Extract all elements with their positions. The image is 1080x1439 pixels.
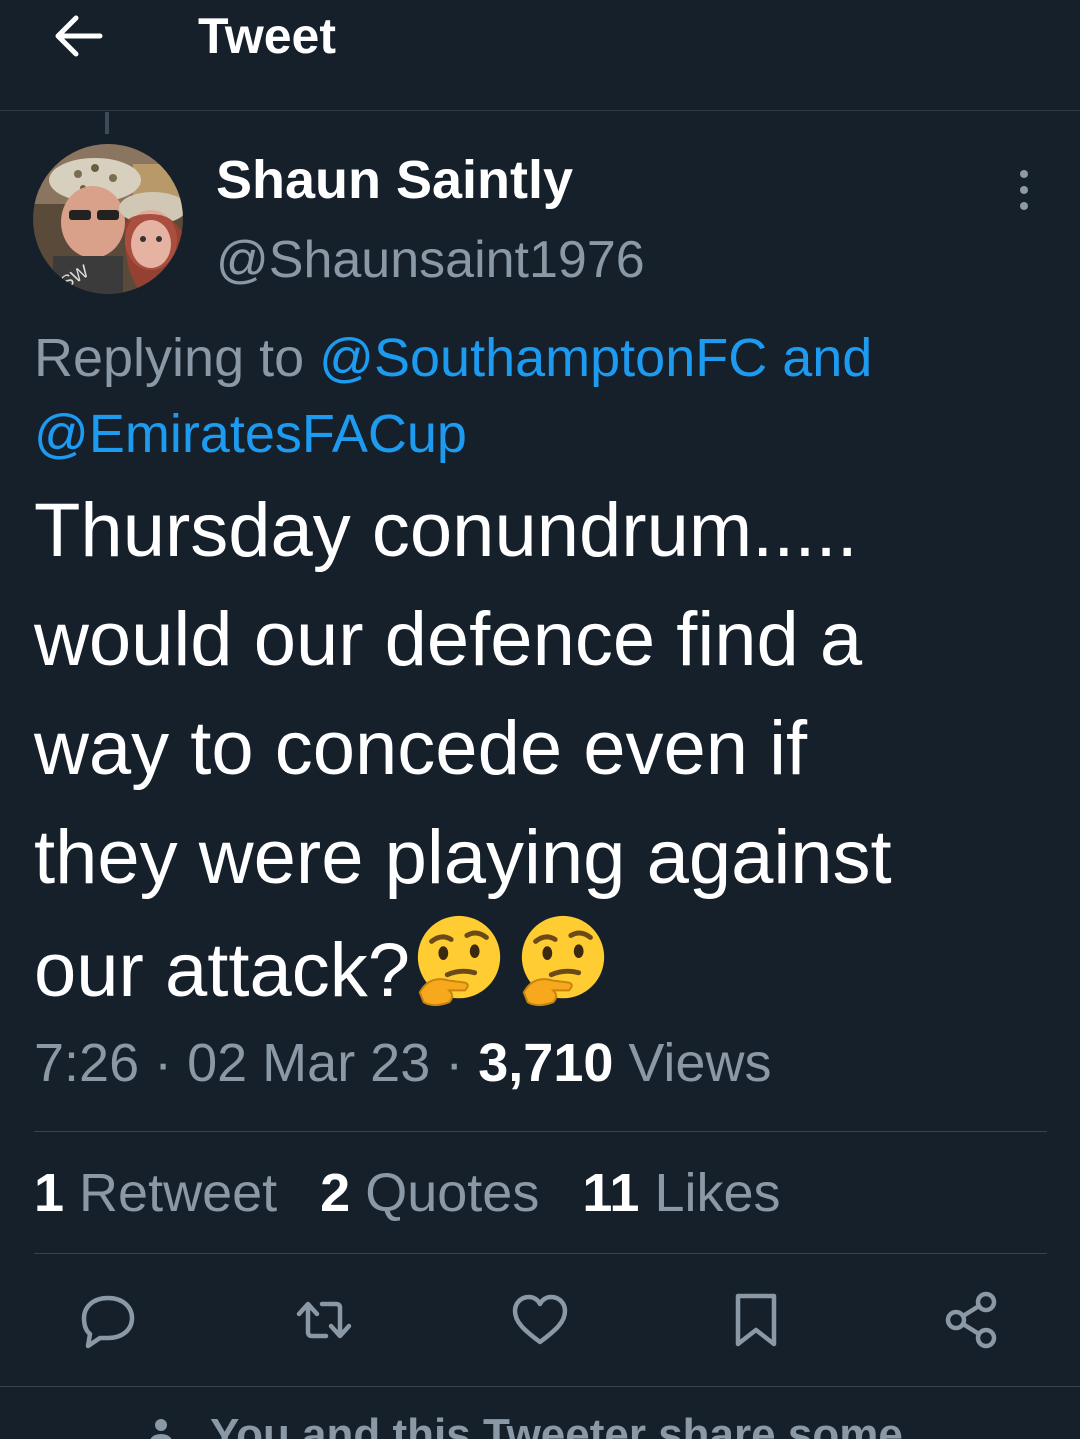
reply-button[interactable] bbox=[78, 1290, 138, 1350]
thread-connector bbox=[105, 112, 109, 134]
quotes-stat[interactable]: 2 Quotes bbox=[320, 1163, 539, 1223]
page-title: Tweet bbox=[198, 8, 336, 64]
notice-text: You and this Tweeter share some bbox=[210, 1410, 903, 1439]
share-icon bbox=[945, 1291, 997, 1349]
divider bbox=[34, 1131, 1047, 1132]
tweet-line: way to concede even if bbox=[34, 706, 808, 791]
top-bar: Tweet bbox=[0, 0, 1080, 111]
reply-icon bbox=[81, 1295, 135, 1349]
tweet-text: Thursday conundrum..... would our defenc… bbox=[34, 476, 1054, 1025]
retweet-icon bbox=[296, 1301, 352, 1339]
thinking-face-icon bbox=[417, 915, 501, 1007]
retweets-stat[interactable]: 1 Retweet bbox=[34, 1163, 277, 1223]
like-button[interactable] bbox=[510, 1290, 570, 1350]
mention-emiratesfacup[interactable]: @EmiratesFACup bbox=[34, 404, 467, 464]
tweet-line: our attack? bbox=[34, 928, 410, 1013]
likes-count: 11 bbox=[582, 1163, 640, 1223]
views-label[interactable]: Views bbox=[613, 1033, 771, 1093]
tweet-meta: 7:26 · 02 Mar 23 · 3,710 Views bbox=[34, 1030, 771, 1096]
author-handle[interactable]: @Shaunsaint1976 bbox=[216, 228, 645, 292]
bookmark-button[interactable] bbox=[726, 1290, 786, 1350]
quotes-count: 2 bbox=[320, 1163, 351, 1223]
tweet-detail-screen: Tweet SW Shaun Saintly @Shaunsaint1976 R… bbox=[0, 0, 1080, 1439]
tweet-line: Thursday conundrum..... bbox=[34, 488, 858, 573]
tweet-time[interactable]: 7:26 bbox=[34, 1033, 139, 1093]
mention-conjunction[interactable]: and bbox=[767, 328, 872, 388]
tweet-line: would our defence find a bbox=[34, 597, 863, 682]
views-count[interactable]: 3,710 bbox=[478, 1033, 613, 1093]
engagement-stats: 1 Retweet 2 Quotes 11 Likes bbox=[34, 1160, 809, 1226]
divider bbox=[34, 1253, 1047, 1254]
bookmark-icon bbox=[735, 1293, 777, 1347]
retweets-label: Retweet bbox=[64, 1163, 278, 1223]
likes-stat[interactable]: 11 Likes bbox=[582, 1163, 780, 1223]
meta-separator: · bbox=[430, 1033, 479, 1093]
thinking-face-icon bbox=[521, 915, 605, 1007]
author-name[interactable]: Shaun Saintly bbox=[216, 148, 573, 212]
more-options-button[interactable] bbox=[1004, 168, 1044, 212]
share-button[interactable] bbox=[942, 1290, 1002, 1350]
quotes-label: Quotes bbox=[350, 1163, 540, 1223]
shared-interests-notice: You and this Tweeter share some bbox=[140, 1410, 903, 1439]
retweets-count: 1 bbox=[34, 1163, 65, 1223]
reply-context: Replying to @SouthamptonFC and @EmiratesF… bbox=[34, 320, 1044, 472]
divider bbox=[0, 1386, 1080, 1387]
avatar[interactable]: SW bbox=[33, 144, 183, 294]
likes-label: Likes bbox=[639, 1163, 781, 1223]
like-icon bbox=[512, 1294, 568, 1345]
mention-southamptonfc[interactable]: @SouthamptonFC bbox=[319, 328, 767, 388]
back-button[interactable] bbox=[50, 12, 104, 60]
tweet-date[interactable]: 02 Mar 23 bbox=[187, 1033, 430, 1093]
retweet-button[interactable] bbox=[294, 1290, 354, 1350]
arrow-left-icon bbox=[55, 15, 103, 57]
meta-separator: · bbox=[139, 1033, 188, 1093]
reply-prefix: Replying to bbox=[34, 328, 320, 388]
more-vertical-icon bbox=[1020, 170, 1028, 210]
avatar-photo: SW bbox=[33, 144, 183, 294]
tweet-line: they were playing against bbox=[34, 815, 892, 900]
